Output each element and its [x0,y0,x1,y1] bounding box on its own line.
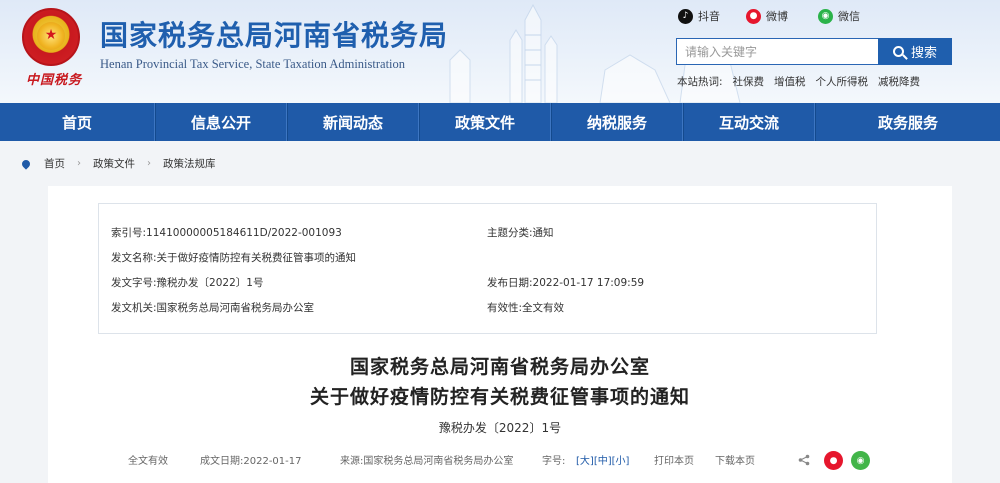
font-size-controls: [大][中][小] [576,452,629,467]
document-number: 豫税办发〔2022〕1号 [438,421,562,435]
site-header: ★ 中国税务 国家税务总局河南省税务局 Henan Provincial Tax… [0,0,1000,103]
breadcrumb-home[interactable]: 首页 [44,156,65,171]
info-validity: 全文有效 [128,456,168,467]
font-size-medium[interactable]: [中] [594,456,612,467]
download-link[interactable]: 下载本页 [715,452,755,467]
meta-topic: 主题分类:通知 [487,227,554,239]
nav-info-disclosure[interactable]: 信息公开 [155,103,287,141]
social-wechat-label: 微信 [838,10,860,23]
douyin-icon: ♪ [678,8,693,24]
breadcrumb-library[interactable]: 政策法规库 [163,156,216,171]
content-card: 索引号:11410000005184611D/2022-001093 主题分类:… [48,186,952,483]
meta-validity: 有效性:全文有效 [487,302,565,314]
info-source: 来源:国家税务总局河南省税务局办公室 [340,456,514,467]
hotwords-label: 本站热词: [677,76,723,88]
social-douyin[interactable]: ♪ 抖音 [678,6,720,26]
meta-publish-date: 发布日期:2022-01-17 17:09:59 [487,277,645,289]
nav-home[interactable]: 首页 [0,103,155,141]
search-button[interactable]: 搜索 [878,38,952,65]
document-title-line2: 关于做好疫情防控有关税费征管事项的通知 [309,386,690,408]
nav-gov-service[interactable]: 政务服务 [815,103,1000,141]
site-title[interactable]: 国家税务总局河南省税务局 [100,14,448,54]
hotwords: 本站热词: 社保费 增值税 个人所得税 减税降费 [677,74,920,89]
tax-emblem-logo[interactable]: ★ [22,8,80,66]
breadcrumb-separator: › [77,158,81,169]
meta-index-no: 索引号:11410000005184611D/2022-001093 [111,227,342,239]
nav-news[interactable]: 新闻动态 [287,103,419,141]
nav-tax-service[interactable]: 纳税服务 [551,103,683,141]
nav-policy[interactable]: 政策文件 [419,103,551,141]
document-info-bar: 全文有效 成文日期:2022-01-17 来源:国家税务总局河南省税务局办公室 … [48,452,952,472]
hotword-link[interactable]: 个人所得税 [816,74,869,89]
main-nav: 首页 信息公开 新闻动态 政策文件 纳税服务 互动交流 政务服务 [0,103,1000,141]
weibo-icon: ● [746,8,761,24]
site-subtitle: Henan Provincial Tax Service, State Taxa… [100,57,406,71]
share-wechat-icon[interactable]: ◉ [851,451,870,470]
font-size-small[interactable]: [小] [612,456,630,467]
hotword-link[interactable]: 社保费 [733,74,765,89]
share-icon[interactable] [798,454,810,466]
breadcrumb: 首页 › 政策文件 › 政策法规库 [0,141,1000,186]
metadata-panel: 索引号:11410000005184611D/2022-001093 主题分类:… [98,203,877,334]
social-weibo[interactable]: ● 微博 [746,6,788,26]
nav-interaction[interactable]: 互动交流 [683,103,815,141]
font-size-large[interactable]: [大] [576,456,594,467]
search-button-label: 搜索 [910,46,937,61]
breadcrumb-policy[interactable]: 政策文件 [93,156,135,171]
meta-doc-code: 发文字号:豫税办发〔2022〕1号 [111,277,264,289]
document-title-line1: 国家税务总局河南省税务局办公室 [349,356,650,378]
meta-issuer: 发文机关:国家税务总局河南省税务局办公室 [111,302,315,314]
wechat-icon: ◉ [818,8,833,24]
location-pin-icon [20,157,32,170]
info-date: 成文日期:2022-01-17 [200,456,302,467]
social-douyin-label: 抖音 [698,10,720,23]
search-input[interactable] [676,38,878,65]
hotword-link[interactable]: 增值税 [774,74,806,89]
share-weibo-icon[interactable]: ● [824,451,843,470]
font-size-label: 字号: [542,456,566,467]
print-link[interactable]: 打印本页 [654,452,694,467]
social-wechat[interactable]: ◉ 微信 [818,6,860,26]
brand-script: 中国税务 [26,73,83,88]
search-icon [892,46,904,57]
breadcrumb-separator: › [147,158,151,169]
meta-doc-name: 发文名称:关于做好疫情防控有关税费征管事项的通知 [111,252,357,264]
hotword-link[interactable]: 减税降费 [878,74,920,89]
social-weibo-label: 微博 [766,10,788,23]
